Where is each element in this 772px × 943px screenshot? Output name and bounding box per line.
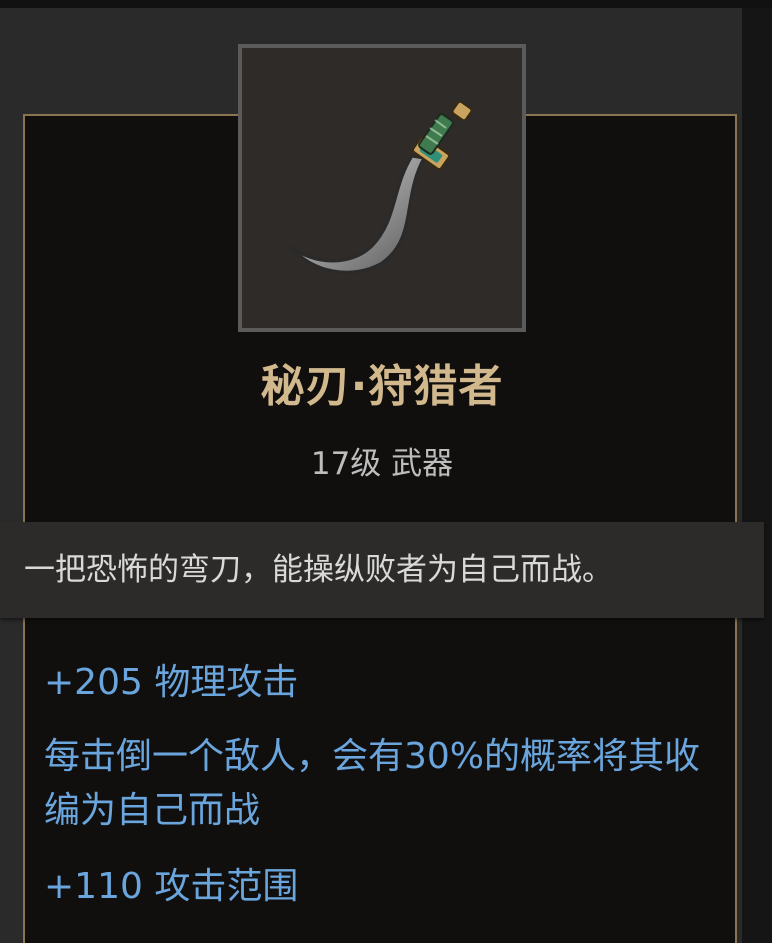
curved-blade-icon (288, 100, 473, 274)
stat-recruit-chance: 每击倒一个敌人，会有30%的概率将其收编为自己而战 (44, 736, 701, 831)
stat-physical-attack: +205 物理攻击 (44, 662, 299, 703)
item-description-bar: 一把恐怖的弯刀，能操纵败者为自己而战。 (0, 522, 764, 618)
stat-attack-range: +110 攻击范围 (44, 866, 299, 907)
item-tooltip-screen: 秘刃·狩猎者 17级 武器 一把恐怖的弯刀，能操纵败者为自己而战。 +205 物… (0, 0, 772, 943)
item-icon-frame (238, 44, 526, 332)
item-description: 一把恐怖的弯刀，能操纵败者为自己而战。 (24, 552, 613, 588)
item-name: 秘刃·狩猎者 (260, 361, 504, 412)
top-strip (0, 0, 772, 8)
item-level-type: 17级 武器 (310, 446, 454, 482)
